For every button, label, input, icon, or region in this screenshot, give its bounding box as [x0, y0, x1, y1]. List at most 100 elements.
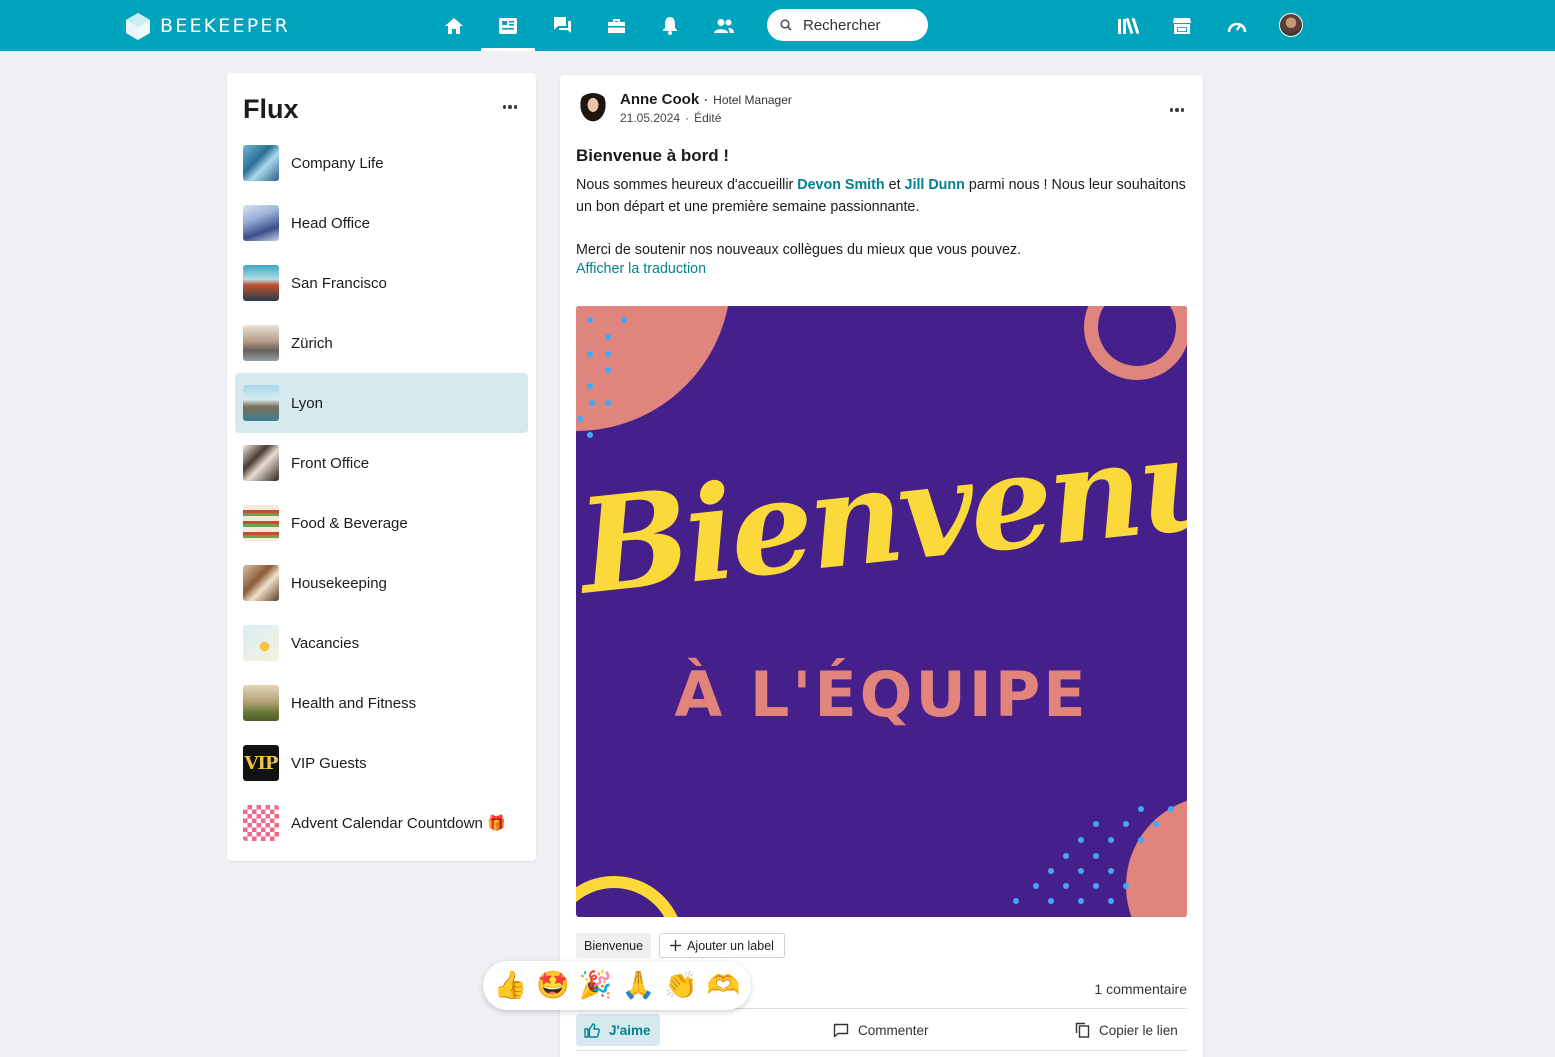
label-row: Bienvenue Ajouter un label [576, 933, 785, 958]
stream-item-vacancies[interactable]: Vacancies [235, 613, 528, 673]
stream-item-housekeeping[interactable]: Housekeeping [235, 553, 528, 613]
brand-logo[interactable]: BEEKEEPER [126, 11, 290, 41]
streams-more-button[interactable] [498, 97, 522, 117]
user-avatar[interactable] [1279, 13, 1303, 37]
people-icon [714, 18, 734, 33]
stream-thumbnail [243, 445, 279, 481]
like-label: J'aime [609, 1022, 651, 1038]
nav-streams[interactable] [481, 0, 535, 51]
copy-link-label: Copier le lien [1099, 1022, 1178, 1038]
reaction-thumbs-up[interactable]: 👍 [494, 972, 528, 999]
stream-icon [499, 17, 517, 34]
streams-title: Flux [243, 94, 299, 124]
plus-icon [670, 940, 682, 951]
stream-label: Health and Fitness [291, 694, 417, 712]
mention-devon-smith[interactable]: Devon Smith [797, 177, 884, 193]
add-label-text: Ajouter un label [687, 938, 774, 953]
comment-label: Commenter [858, 1022, 929, 1038]
library-icon [1118, 17, 1139, 34]
nav-home[interactable] [427, 0, 481, 51]
show-translation-link[interactable]: Afficher la traduction [576, 261, 706, 277]
stream-item-vip-guests[interactable]: VIP VIP Guests [235, 733, 528, 793]
nav-tools[interactable] [589, 0, 643, 51]
post-image[interactable]: Bienvenu À L'ÉQUIPE [576, 306, 1187, 917]
post-card: Anne Cook · Hotel Manager 21.05.2024 · Édité… [560, 75, 1203, 1057]
mention-jill-dunn[interactable]: Jill Dunn [905, 177, 965, 193]
post-text: Nous sommes heureux d'accueillir [576, 177, 798, 193]
beekeeper-logo-icon [126, 12, 150, 40]
stream-thumbnail [243, 625, 279, 661]
stream-thumbnail [243, 805, 279, 841]
copy-link-button[interactable]: Copier le lien [1075, 1014, 1178, 1046]
stream-item-lyon[interactable]: Lyon [235, 373, 528, 433]
stream-label: Zürich [291, 334, 333, 352]
stream-thumbnail [243, 385, 279, 421]
nav-dashboard[interactable] [1210, 0, 1264, 51]
author-line: Anne Cook · Hotel Manager [620, 91, 792, 108]
stream-item-health-fitness[interactable]: Health and Fitness [235, 673, 528, 733]
like-button[interactable]: J'aime [576, 1014, 660, 1046]
stream-item-zurich[interactable]: Zürich [235, 313, 528, 373]
post-paragraph-2: Merci de soutenir nos nouveaux collègues… [576, 242, 1022, 258]
stream-label: Vacancies [291, 634, 360, 652]
nav-people[interactable] [697, 0, 751, 51]
stream-item-head-office[interactable]: Head Office [235, 193, 528, 253]
stream-label: VIP Guests [291, 754, 367, 772]
comment-button[interactable]: Commenter [833, 1014, 929, 1046]
store-icon [1173, 17, 1191, 34]
stream-label: Head Office [291, 214, 370, 232]
stream-thumbnail [243, 685, 279, 721]
nav-notifications[interactable] [643, 0, 697, 51]
post-label-chip[interactable]: Bienvenue [576, 933, 652, 958]
more-dot [508, 105, 512, 109]
nav-store[interactable] [1155, 0, 1209, 51]
reaction-party-popper[interactable]: 🎉 [579, 972, 613, 999]
stream-thumbnail: VIP [243, 745, 279, 781]
author-name[interactable]: Anne Cook [620, 91, 699, 108]
post-text: et [884, 177, 905, 193]
streams-panel: Flux Company Life Head Office San Franci… [227, 73, 536, 861]
more-dot [513, 105, 518, 109]
stream-thumbnail [243, 505, 279, 541]
stream-thumbnail [243, 265, 279, 301]
stream-item-front-office[interactable]: Front Office [235, 433, 528, 493]
stream-item-food-beverage[interactable]: Food & Beverage [235, 493, 528, 553]
comment-count[interactable]: 1 commentaire [1094, 981, 1187, 997]
stream-thumbnail [243, 565, 279, 601]
nav-library[interactable] [1101, 0, 1155, 51]
stream-label: Food & Beverage [291, 514, 408, 532]
comment-icon [833, 1023, 849, 1037]
more-dots-icon [502, 105, 507, 109]
home-icon [445, 17, 463, 34]
stream-item-company-life[interactable]: Company Life [235, 133, 528, 193]
nav-chats[interactable] [535, 0, 589, 51]
separator-dot: · [685, 111, 690, 125]
author-avatar[interactable] [576, 93, 610, 127]
toolbox-icon [607, 18, 625, 33]
stream-item-advent-calendar[interactable]: Advent Calendar Countdown 🎁 [235, 793, 528, 853]
stream-thumbnail [243, 205, 279, 241]
reaction-star-struck[interactable]: 🤩 [536, 972, 570, 999]
post-more-button[interactable] [1165, 100, 1189, 120]
reaction-folded-hands[interactable]: 🙏 [621, 972, 655, 999]
search-box[interactable] [767, 9, 928, 41]
stream-item-san-francisco[interactable]: San Francisco [235, 253, 528, 313]
stream-thumbnail [243, 325, 279, 361]
stream-label: Lyon [291, 394, 323, 412]
reaction-heart-hands[interactable]: 🫶 [707, 972, 741, 999]
reaction-clapping[interactable]: 👏 [664, 972, 698, 999]
stream-label: Advent Calendar Countdown 🎁 [291, 815, 506, 832]
stream-list: Company Life Head Office San Francisco Z… [235, 133, 528, 853]
reaction-picker: 👍 🤩 🎉 🙏 👏 🫶 [483, 961, 751, 1010]
more-dot [1180, 108, 1185, 112]
dashboard-icon [1227, 22, 1247, 32]
chat-icon [553, 17, 571, 33]
image-subheadline: À L'ÉQUIPE [674, 658, 1089, 731]
stream-label: San Francisco [291, 274, 387, 292]
post-title: Bienvenue à bord ! [576, 146, 730, 165]
search-input[interactable] [803, 16, 913, 34]
search-icon [780, 19, 792, 31]
add-label-button[interactable]: Ajouter un label [659, 933, 785, 958]
divider [576, 1050, 1187, 1051]
